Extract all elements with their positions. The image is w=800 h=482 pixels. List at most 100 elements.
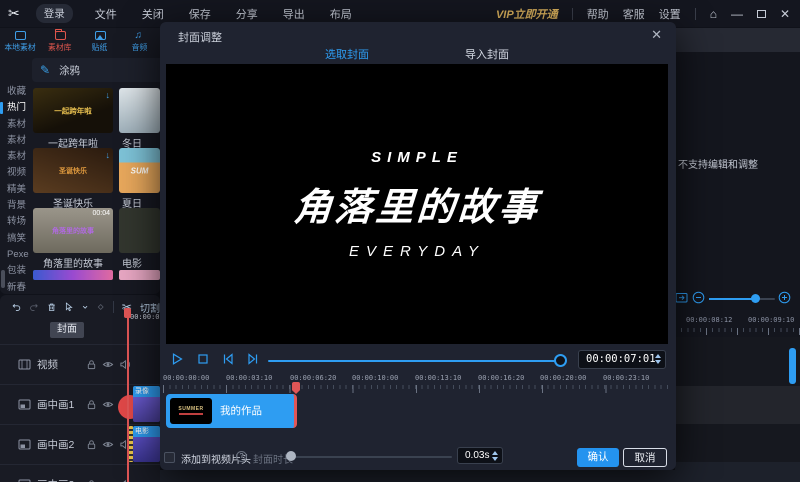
category-transition[interactable]: 转场 (0, 214, 30, 230)
chevron-down-icon[interactable] (82, 303, 88, 311)
seek-slider[interactable] (268, 360, 566, 362)
template-thumb-christmas[interactable]: 圣诞快乐 ↓ (33, 148, 113, 193)
template-thumb-movie[interactable] (119, 208, 160, 253)
template-thumb-summer[interactable]: SUM (119, 148, 160, 193)
clip-label: 我的作品 (220, 394, 262, 428)
close-window-icon[interactable]: ✕ (780, 8, 790, 20)
timeline-zoom-slider[interactable] (709, 298, 775, 300)
timeline-bottom-strip (160, 470, 675, 482)
eye-icon[interactable] (102, 439, 114, 450)
duration-slider[interactable] (292, 456, 452, 458)
category-hot[interactable]: 热门 (0, 100, 30, 116)
add-to-intro-checkbox[interactable] (164, 452, 175, 463)
lock-icon[interactable] (86, 399, 97, 410)
cursor-select-icon[interactable] (64, 301, 73, 313)
track-lane (675, 462, 800, 482)
cover-timeline-ticks[interactable] (163, 385, 668, 393)
eye-icon[interactable] (102, 399, 114, 410)
vip-upgrade-button[interactable]: VIP立即开通 (496, 6, 558, 22)
home-icon[interactable]: ⌂ (710, 8, 717, 20)
tab-material-library[interactable]: 素材库 (40, 28, 80, 55)
eye-icon[interactable] (102, 359, 114, 370)
duration-slider-handle[interactable] (286, 451, 296, 461)
duration-value-input[interactable]: 0.03s (457, 447, 503, 464)
category-video[interactable]: 视频 (0, 165, 30, 181)
tab-audio[interactable]: ♫ 音频 (120, 28, 160, 55)
app-root: ✂ 登录 文件 关闭 保存 分享 导出 布局 VIP立即开通 帮助 客服 设置 … (0, 0, 800, 482)
maximize-icon[interactable] (757, 10, 766, 18)
modal-close-icon[interactable]: ✕ (651, 27, 662, 43)
menu-share[interactable]: 分享 (236, 6, 258, 22)
menu-export[interactable]: 导出 (283, 6, 305, 22)
template-thumb-winter[interactable] (119, 88, 160, 133)
film-icon (18, 359, 31, 370)
tab-select-cover[interactable]: 选取封面 (320, 46, 374, 66)
login-button[interactable]: 登录 (36, 4, 73, 23)
track-row-pip3[interactable]: 画中画3 (0, 464, 160, 482)
timecode-stepper[interactable] (655, 354, 661, 364)
caret-up-icon[interactable] (655, 354, 661, 358)
menu-file[interactable]: 文件 (95, 6, 117, 22)
seek-slider-handle[interactable] (554, 354, 567, 367)
download-icon[interactable]: ↓ (106, 150, 111, 160)
cover-clip[interactable]: SUMMER 我的作品 (166, 394, 297, 428)
trash-icon[interactable] (47, 301, 56, 313)
cancel-button[interactable]: 取消 (623, 448, 667, 467)
doodle-item[interactable]: ✎ 涂鸦 (32, 58, 160, 82)
fit-to-screen-icon[interactable] (675, 291, 688, 304)
category-item[interactable]: 素材 (0, 117, 30, 133)
category-item[interactable]: 素材 (0, 149, 30, 165)
category-pexels[interactable]: Pexe (0, 247, 30, 263)
zoom-in-icon[interactable] (778, 291, 791, 304)
download-icon[interactable]: ↓ (106, 90, 111, 100)
category-beautiful[interactable]: 精美 (0, 182, 30, 198)
tab-local-media[interactable]: 本地素材 (0, 28, 40, 55)
undo-icon[interactable] (12, 301, 21, 313)
caret-down-icon[interactable] (492, 457, 498, 461)
track-lane (675, 337, 800, 386)
tab-import-cover[interactable]: 导入封面 (460, 46, 514, 66)
zoom-slider-handle[interactable] (751, 294, 760, 303)
menu-close[interactable]: 关闭 (142, 6, 164, 22)
category-item[interactable]: 素材 (0, 133, 30, 149)
lock-icon[interactable] (86, 439, 97, 450)
keyframe-icon[interactable] (96, 301, 105, 313)
category-scrollbar[interactable] (1, 270, 5, 288)
pip-icon (18, 399, 31, 410)
template-thumb-partial[interactable] (33, 270, 113, 280)
speaker-icon[interactable] (119, 359, 131, 370)
tab-stickers[interactable]: 贴纸 (80, 28, 120, 55)
next-frame-icon[interactable] (246, 352, 260, 366)
menu-save[interactable]: 保存 (189, 6, 211, 22)
template-thumb-partial[interactable] (119, 270, 160, 280)
category-funny[interactable]: 搞笑 (0, 231, 30, 247)
play-icon[interactable] (170, 352, 184, 366)
lock-icon[interactable] (86, 359, 97, 370)
customer-service-button[interactable]: 客服 (623, 6, 645, 22)
modal-title: 封面调整 (178, 29, 222, 45)
track-row-video[interactable]: 视频 (0, 344, 160, 384)
template-thumb-newyear[interactable]: 一起跨年啦 ↓ (33, 88, 113, 133)
vertical-scrollbar[interactable] (789, 348, 796, 384)
confirm-button[interactable]: 确认 (577, 448, 619, 467)
category-list: 收藏 热门 素材 素材 素材 视频 精美 背景 转场 搞笑 Pexe 包装 新春 (0, 84, 30, 294)
stop-icon[interactable] (196, 352, 210, 366)
timecode-input[interactable]: 00:00:07:01 (578, 350, 666, 369)
minimize-icon[interactable]: — (731, 8, 743, 20)
timeline-clip-movie[interactable]: 电影 (133, 426, 160, 462)
prev-frame-icon[interactable] (221, 352, 235, 366)
menu-layout[interactable]: 布局 (330, 6, 352, 22)
caret-down-icon[interactable] (655, 360, 661, 364)
caret-up-icon[interactable] (492, 451, 498, 455)
redo-icon[interactable] (29, 301, 38, 313)
help-question-icon[interactable]: ? (236, 451, 247, 462)
duration-stepper[interactable] (492, 451, 498, 461)
category-background[interactable]: 背景 (0, 198, 30, 214)
help-button[interactable]: 帮助 (587, 6, 609, 22)
timeline-clip-recording[interactable]: 录像 (133, 386, 160, 422)
template-thumb-corner-story[interactable]: 角落里的故事 00:04 (33, 208, 113, 253)
category-favorites[interactable]: 收藏 (0, 84, 30, 100)
zoom-out-icon[interactable] (692, 291, 705, 304)
cover-button[interactable]: 封面 (50, 322, 84, 338)
settings-button[interactable]: 设置 (659, 6, 681, 22)
